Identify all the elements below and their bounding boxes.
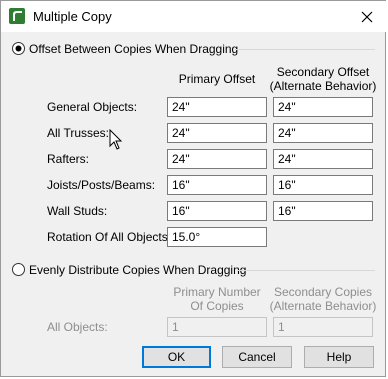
wall-studs-label: Wall Studs: bbox=[47, 204, 108, 218]
wall-studs-primary-field[interactable]: 16" bbox=[167, 201, 267, 221]
secondary-offset-header-line2: (Alternate Behavior) bbox=[269, 79, 377, 93]
wall-studs-secondary-field[interactable]: 16" bbox=[273, 201, 373, 221]
secondary-copies-header-line2: (Alternate Behavior) bbox=[269, 299, 377, 313]
chief-architect-icon bbox=[9, 8, 25, 24]
primary-copies-header-line2: Of Copies bbox=[190, 299, 244, 313]
general-objects-secondary-field[interactable]: 24" bbox=[273, 97, 373, 117]
rafters-label: Rafters: bbox=[47, 152, 90, 166]
offset-group-line bbox=[235, 49, 375, 50]
multiple-copy-dialog: Multiple Copy Offset Between Copies When… bbox=[0, 0, 387, 377]
rafters-primary-field[interactable]: 24" bbox=[167, 149, 267, 169]
help-button[interactable]: Help bbox=[304, 346, 374, 368]
all-objects-label: All Objects: bbox=[47, 320, 108, 334]
distribute-group-line bbox=[237, 270, 375, 271]
joists-posts-beams-secondary-field[interactable]: 16" bbox=[273, 175, 373, 195]
all-objects-primary-field[interactable]: 1 bbox=[167, 317, 267, 337]
title-bar: Multiple Copy bbox=[1, 1, 387, 32]
joists-posts-beams-label: Joists/Posts/Beams: bbox=[47, 178, 156, 192]
rafters-secondary-field[interactable]: 24" bbox=[273, 149, 373, 169]
ok-button[interactable]: OK bbox=[142, 346, 211, 368]
all-trusses-label: All Trusses: bbox=[47, 126, 110, 140]
all-trusses-primary-field[interactable]: 24" bbox=[167, 123, 267, 143]
joists-posts-beams-primary-field[interactable]: 16" bbox=[167, 175, 267, 195]
distribute-radio[interactable] bbox=[12, 263, 25, 276]
general-objects-label: General Objects: bbox=[47, 100, 138, 114]
offset-radio-label[interactable]: Offset Between Copies When Dragging bbox=[29, 42, 238, 56]
dialog-title: Multiple Copy bbox=[33, 9, 112, 24]
rotation-field[interactable]: 15.0° bbox=[167, 227, 267, 247]
general-objects-primary-field[interactable]: 24" bbox=[167, 97, 267, 117]
primary-copies-header-line1: Primary Number bbox=[173, 285, 261, 299]
secondary-offset-header-line1: Secondary Offset bbox=[276, 65, 370, 79]
all-objects-secondary-field[interactable]: 1 bbox=[273, 317, 373, 337]
offset-radio[interactable] bbox=[12, 42, 25, 55]
mouse-pointer-icon bbox=[109, 129, 123, 150]
cancel-button[interactable]: Cancel bbox=[222, 346, 292, 368]
close-icon[interactable] bbox=[357, 7, 377, 27]
secondary-copies-header-line1: Secondary Copies bbox=[273, 285, 373, 299]
distribute-radio-label[interactable]: Evenly Distribute Copies When Dragging bbox=[29, 263, 246, 277]
rotation-label: Rotation Of All Objects: bbox=[47, 230, 172, 244]
all-trusses-secondary-field[interactable]: 24" bbox=[273, 123, 373, 143]
primary-offset-header: Primary Offset bbox=[178, 72, 256, 86]
